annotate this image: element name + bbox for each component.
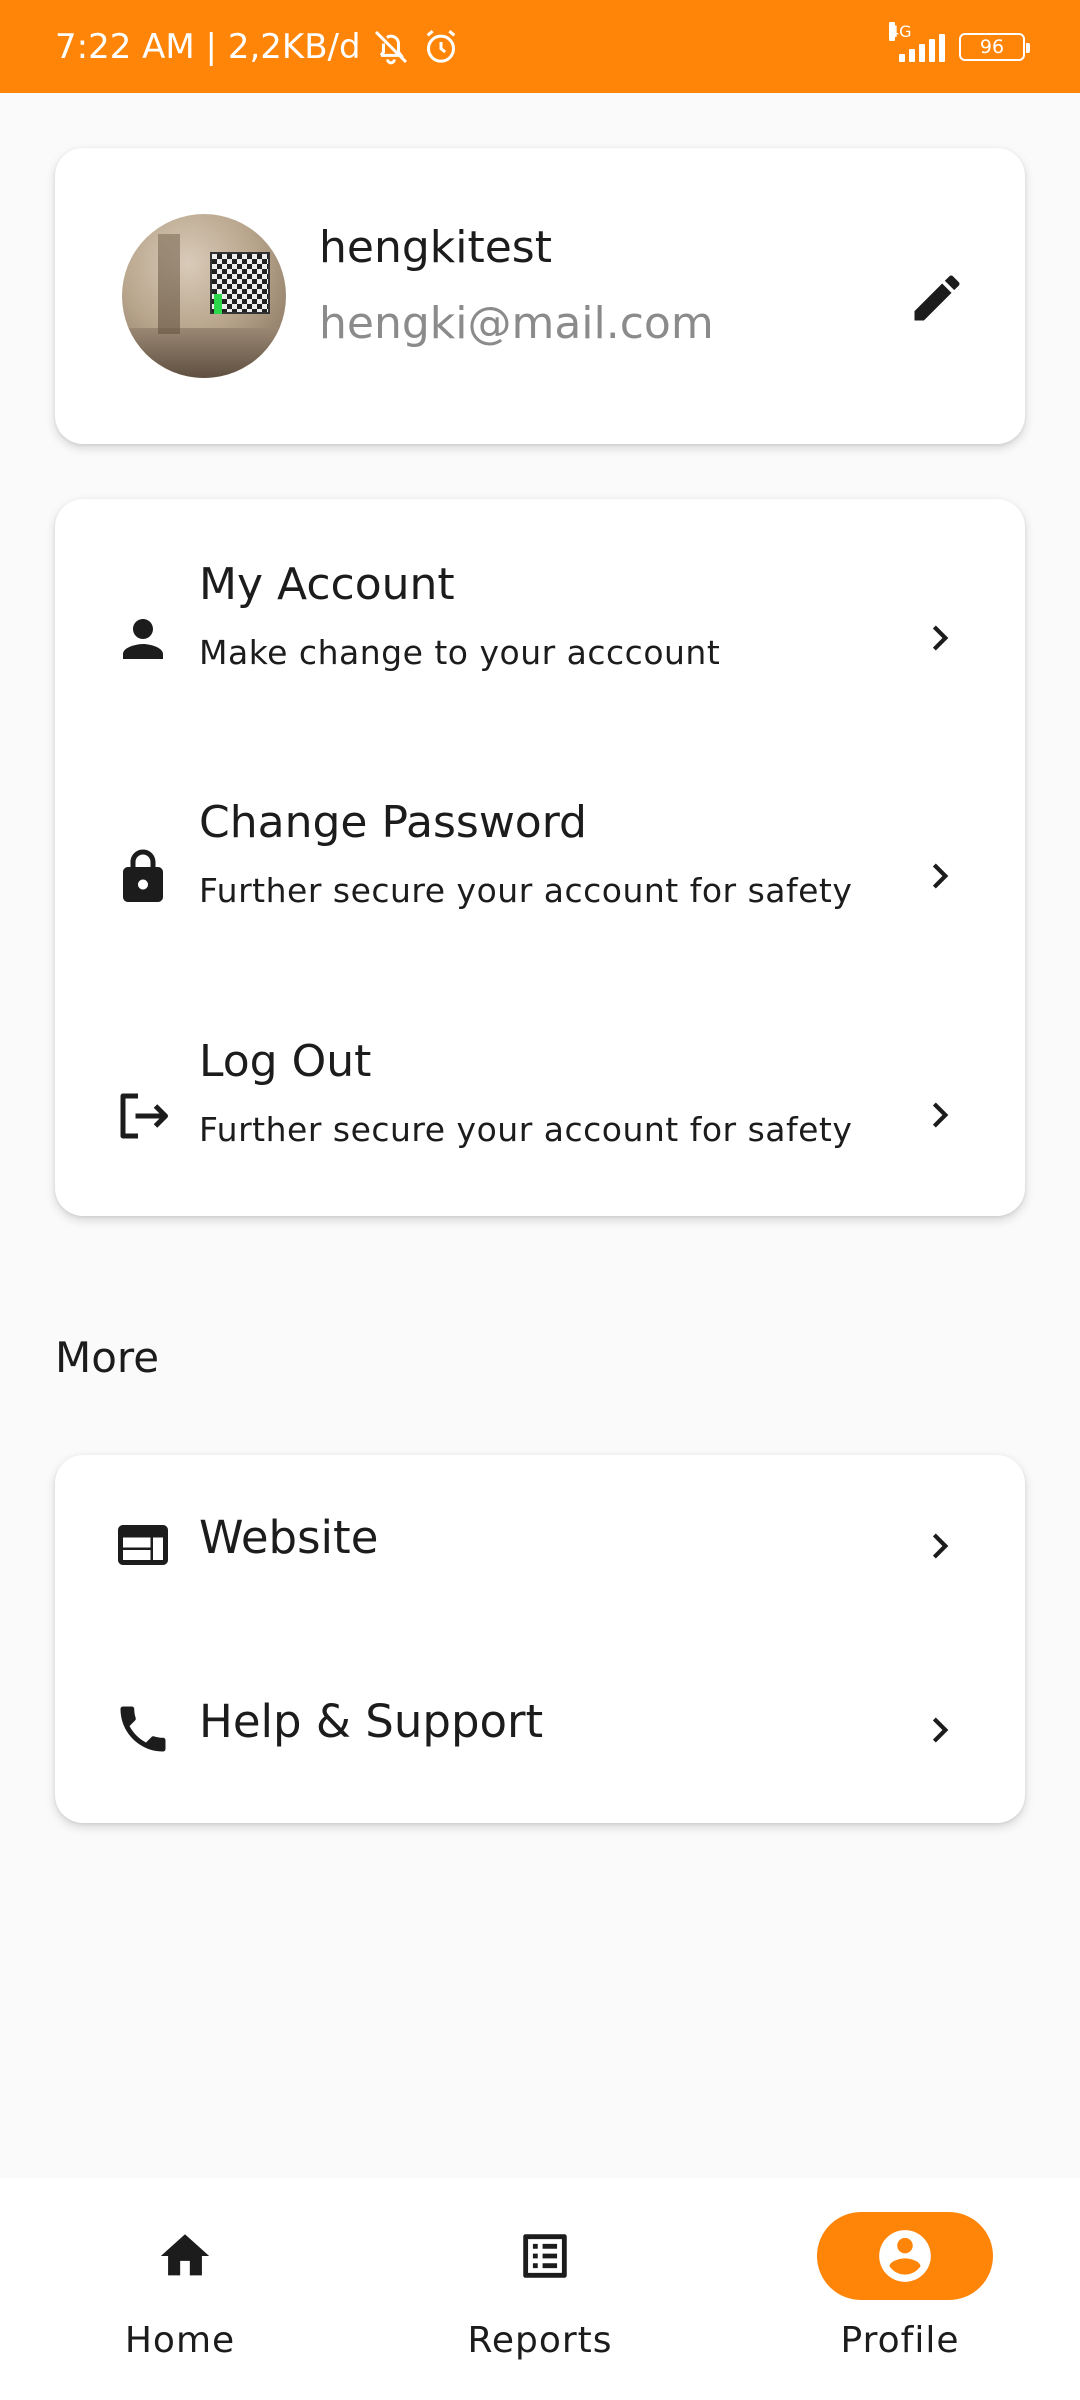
- chevron-right-icon: [932, 1717, 949, 1743]
- nav-item-reports[interactable]: Reports: [360, 2178, 720, 2400]
- logout-icon: [120, 1093, 168, 1139]
- menu-item-help-support[interactable]: Help & Support: [55, 1639, 1025, 1819]
- menu-item-subtitle: Further secure your account for safety: [199, 871, 853, 910]
- menu-item-subtitle: Make change to your acccount: [199, 633, 721, 672]
- chevron-right-icon: [932, 1533, 949, 1559]
- menu-item-title: My Account: [199, 559, 455, 610]
- chevron-right-icon: [932, 625, 949, 651]
- battery-icon: 96: [959, 32, 1030, 61]
- phone-icon: [120, 1706, 166, 1752]
- alarm-icon: [421, 27, 461, 67]
- edit-profile-button[interactable]: [907, 268, 967, 328]
- network-type: 4G: [889, 21, 912, 41]
- menu-item-title: Help & Support: [199, 1695, 544, 1748]
- pencil-icon: [914, 275, 960, 321]
- avatar: [122, 214, 286, 378]
- nav-label: Reports: [467, 2320, 613, 2361]
- menu-item-subtitle: Further secure your account for safety: [199, 1110, 853, 1149]
- status-right: 4G 96: [889, 21, 1030, 62]
- chevron-right-icon: [932, 863, 949, 889]
- status-left: 7:22 AM | 2,2KB/d: [55, 27, 461, 67]
- nav-label: Profile: [840, 2320, 960, 2361]
- more-section-heading: More: [55, 1333, 160, 1382]
- list-icon: [523, 2234, 567, 2278]
- menu-item-log-out[interactable]: Log Out Further secure your account for …: [55, 996, 1025, 1196]
- menu-item-title: Log Out: [199, 1036, 372, 1087]
- signal-icon: 4G: [889, 21, 945, 62]
- nav-item-profile[interactable]: Profile: [720, 2178, 1080, 2400]
- nav-pill: [97, 2212, 273, 2300]
- profile-email: hengki@mail.com: [319, 298, 714, 349]
- battery-level: 96: [979, 35, 1005, 58]
- chevron-right-icon: [932, 1102, 949, 1128]
- status-bar: 7:22 AM | 2,2KB/d 4G 96: [0, 0, 1080, 93]
- web-icon: [118, 1525, 168, 1565]
- home-icon: [160, 2234, 210, 2276]
- account-circle-icon: [879, 2230, 931, 2282]
- bottom-navigation: Home Reports Profile: [0, 2178, 1080, 2400]
- lock-icon: [123, 849, 163, 902]
- more-menu-card: Website Help & Support: [55, 1455, 1025, 1823]
- menu-item-my-account[interactable]: My Account Make change to your acccount: [55, 519, 1025, 719]
- nav-pill: [457, 2212, 633, 2300]
- person-icon: [123, 619, 163, 659]
- menu-item-website[interactable]: Website: [55, 1455, 1025, 1635]
- notifications-off-icon: [371, 27, 411, 67]
- profile-card: hengkitest hengki@mail.com: [55, 148, 1025, 444]
- account-menu-card: My Account Make change to your acccount …: [55, 499, 1025, 1216]
- menu-item-title: Change Password: [199, 797, 587, 848]
- nav-item-home[interactable]: Home: [0, 2178, 360, 2400]
- menu-item-title: Website: [199, 1511, 379, 1564]
- status-time: 7:22 AM | 2,2KB/d: [55, 26, 361, 67]
- nav-label: Home: [124, 2320, 236, 2361]
- profile-username: hengkitest: [319, 222, 552, 273]
- nav-pill-active: [817, 2212, 993, 2300]
- menu-item-change-password[interactable]: Change Password Further secure your acco…: [55, 757, 1025, 957]
